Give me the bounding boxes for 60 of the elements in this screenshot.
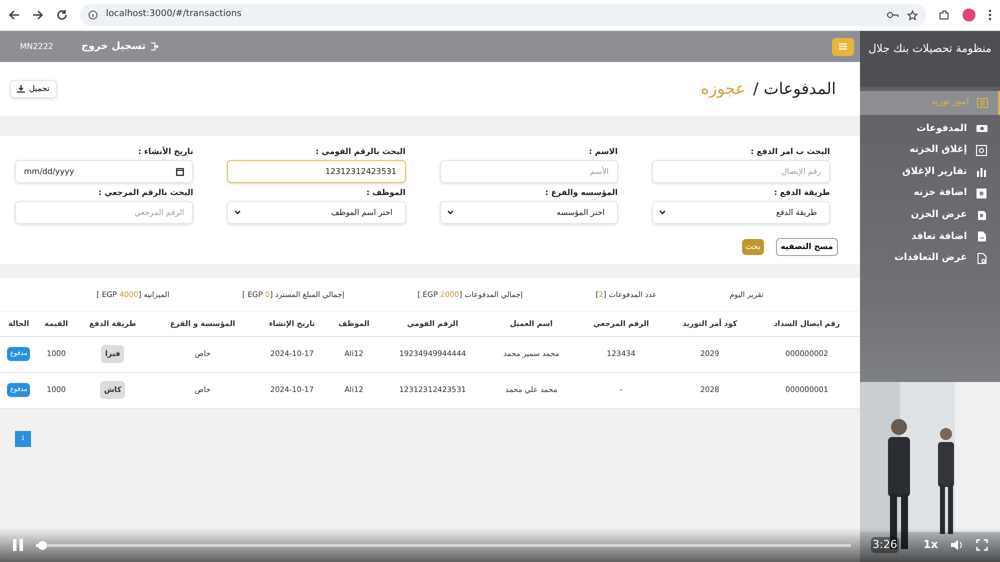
profile-avatar-icon[interactable] — [962, 8, 976, 22]
sidebar-item[interactable]: عرض التعاقدات — [860, 248, 1000, 270]
download-button[interactable]: تحميل — [10, 80, 56, 98]
menu-item-icon — [976, 166, 988, 178]
dropdown-caret-icon — [234, 210, 242, 215]
speed-button[interactable]: 1x — [923, 536, 938, 554]
more-icon[interactable] — [988, 9, 992, 21]
pause-icon[interactable] — [12, 538, 24, 552]
dropdown-caret-icon — [658, 210, 666, 215]
field-label: البحث بالرقم القومي : — [314, 146, 406, 158]
star-icon[interactable] — [907, 10, 918, 20]
progress-slider[interactable] — [36, 540, 851, 550]
logout-icon — [150, 42, 159, 51]
extension-icon[interactable] — [938, 9, 950, 21]
clear-filter-button[interactable]: مسح التصفيه — [776, 238, 838, 256]
field-label: الموظف : — [365, 187, 406, 199]
field-label: الاسم : — [588, 146, 618, 158]
input-field[interactable]: 12312312423531 — [227, 160, 406, 183]
select-field[interactable]: اختر المؤسسه — [440, 201, 618, 224]
menu-item-icon — [976, 123, 988, 134]
app-title: منظومة تحصيلات بنك جلال — [860, 31, 1000, 87]
sidebar-item[interactable]: اضافة تعاقد — [860, 226, 1000, 248]
date-field[interactable]: mm/dd/yyyy — [15, 160, 194, 183]
menu-item-icon — [976, 188, 988, 200]
key-icon[interactable] — [887, 11, 899, 19]
volume-icon[interactable] — [950, 539, 964, 551]
logout-button[interactable]: تسجيل خروج — [81, 39, 159, 54]
branch-title: عجوزه — [700, 78, 746, 100]
url-text: localhost:3000/#/transactions — [106, 8, 242, 22]
select-field[interactable]: طريقة الدفع — [652, 201, 830, 224]
menu-item-icon — [976, 210, 988, 221]
dropdown-caret-icon — [446, 210, 454, 215]
page-title: المدفوعات / — [753, 78, 836, 100]
menu-item-icon — [976, 144, 988, 156]
fullscreen-icon[interactable] — [976, 539, 988, 551]
sidebar-item[interactable]: المدفوعات — [860, 118, 1000, 140]
sidebar-item[interactable]: عرض الخزن — [860, 204, 1000, 226]
back-icon[interactable] — [8, 9, 20, 21]
menu-item-icon — [976, 231, 988, 242]
field-label: البحث ب امر الدفع : — [750, 146, 830, 158]
username-text: MN2222 — [20, 40, 54, 52]
info-icon — [88, 10, 98, 20]
field-label: طريقة الدفع : — [773, 187, 830, 199]
reload-icon[interactable] — [56, 9, 68, 21]
time-text: 3:26 — [870, 536, 900, 554]
list-icon — [977, 98, 988, 108]
field-label: تاريخ الأنشاء : — [137, 146, 194, 158]
select-field[interactable]: اختر اسم الموظف — [227, 201, 406, 224]
menu-icon — [839, 43, 847, 50]
address-bar[interactable]: localhost:3000/#/transactions — [80, 4, 926, 26]
menu-item-icon — [976, 252, 988, 264]
sidebar-item[interactable]: تقارير الإغلاق — [860, 161, 1000, 183]
sidebar-item[interactable]: إغلاق الخزنه — [860, 140, 1000, 162]
download-icon — [17, 85, 25, 93]
field-label: المؤسسه والفرع : — [544, 187, 618, 199]
field-label: البحث بالرقم المرجعي : — [97, 187, 194, 199]
sidebar-item[interactable]: اضافة خزنه — [860, 182, 1000, 204]
calendar-icon — [176, 168, 184, 176]
menu-button[interactable] — [832, 38, 854, 56]
forward-icon[interactable] — [32, 9, 44, 21]
